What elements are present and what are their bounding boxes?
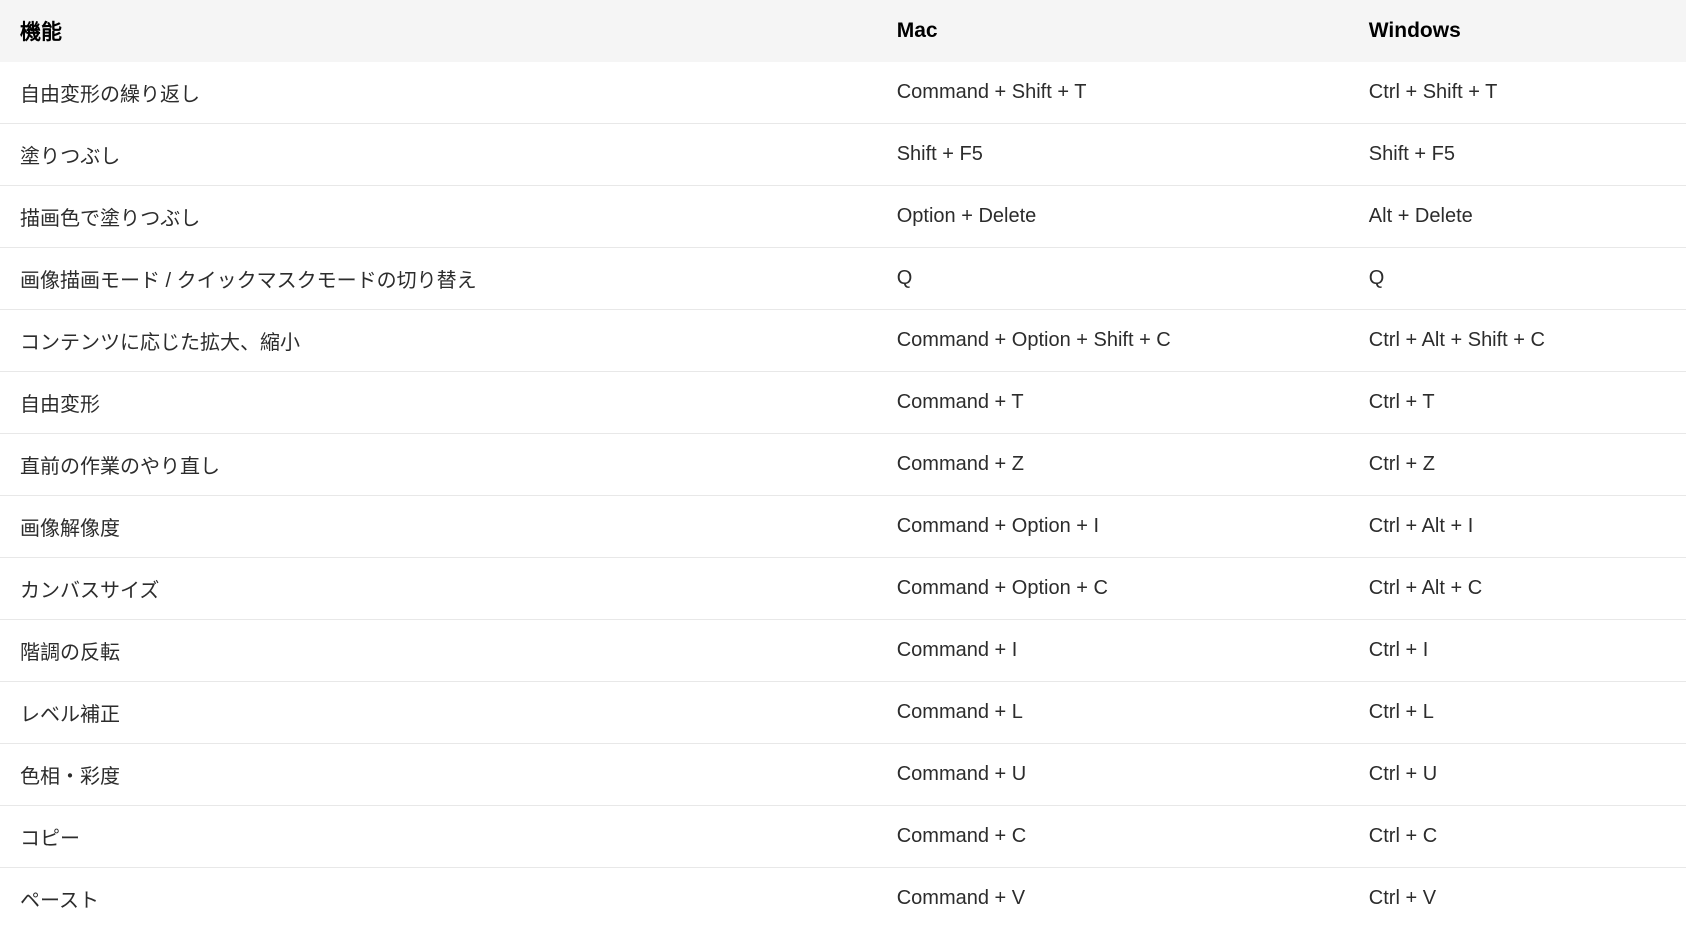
- table-row: 直前の作業のやり直しCommand + ZCtrl + Z: [0, 434, 1686, 496]
- cell-mac: Command + Z: [877, 434, 1349, 496]
- table-row: コピーCommand + CCtrl + C: [0, 806, 1686, 868]
- cell-mac: Option + Delete: [877, 186, 1349, 248]
- cell-feature: 塗りつぶし: [0, 124, 877, 186]
- table-row: 自由変形Command + TCtrl + T: [0, 372, 1686, 434]
- cell-mac: Command + Option + C: [877, 558, 1349, 620]
- table-body: 自由変形の繰り返しCommand + Shift + TCtrl + Shift…: [0, 62, 1686, 929]
- cell-feature: レベル補正: [0, 682, 877, 744]
- cell-mac: Command + T: [877, 372, 1349, 434]
- cell-windows: Ctrl + Shift + T: [1349, 62, 1686, 124]
- table-row: 自由変形の繰り返しCommand + Shift + TCtrl + Shift…: [0, 62, 1686, 124]
- cell-windows: Ctrl + C: [1349, 806, 1686, 868]
- cell-feature: 自由変形: [0, 372, 877, 434]
- cell-windows: Ctrl + V: [1349, 868, 1686, 929]
- table-row: 描画色で塗りつぶしOption + DeleteAlt + Delete: [0, 186, 1686, 248]
- table-row: カンバスサイズCommand + Option + CCtrl + Alt + …: [0, 558, 1686, 620]
- cell-windows: Ctrl + L: [1349, 682, 1686, 744]
- shortcuts-table: 機能 Mac Windows 自由変形の繰り返しCommand + Shift …: [0, 0, 1686, 929]
- cell-mac: Command + L: [877, 682, 1349, 744]
- table-row: 画像解像度Command + Option + ICtrl + Alt + I: [0, 496, 1686, 558]
- table-row: コンテンツに応じた拡大、縮小Command + Option + Shift +…: [0, 310, 1686, 372]
- cell-feature: 画像描画モード / クイックマスクモードの切り替え: [0, 248, 877, 310]
- cell-windows: Ctrl + Z: [1349, 434, 1686, 496]
- table-row: 色相・彩度Command + UCtrl + U: [0, 744, 1686, 806]
- cell-windows: Q: [1349, 248, 1686, 310]
- table-row: レベル補正Command + LCtrl + L: [0, 682, 1686, 744]
- cell-mac: Command + C: [877, 806, 1349, 868]
- cell-feature: 画像解像度: [0, 496, 877, 558]
- cell-windows: Ctrl + Alt + C: [1349, 558, 1686, 620]
- cell-windows: Ctrl + U: [1349, 744, 1686, 806]
- cell-mac: Command + U: [877, 744, 1349, 806]
- table-header-row: 機能 Mac Windows: [0, 0, 1686, 62]
- cell-mac: Q: [877, 248, 1349, 310]
- header-windows: Windows: [1349, 0, 1686, 62]
- cell-mac: Command + I: [877, 620, 1349, 682]
- cell-windows: Ctrl + T: [1349, 372, 1686, 434]
- cell-mac: Command + Shift + T: [877, 62, 1349, 124]
- cell-feature: 階調の反転: [0, 620, 877, 682]
- table-row: 塗りつぶしShift + F5Shift + F5: [0, 124, 1686, 186]
- cell-feature: ペースト: [0, 868, 877, 929]
- cell-feature: コンテンツに応じた拡大、縮小: [0, 310, 877, 372]
- cell-windows: Ctrl + Alt + Shift + C: [1349, 310, 1686, 372]
- cell-mac: Command + V: [877, 868, 1349, 929]
- cell-mac: Command + Option + Shift + C: [877, 310, 1349, 372]
- cell-mac: Shift + F5: [877, 124, 1349, 186]
- cell-feature: 色相・彩度: [0, 744, 877, 806]
- cell-mac: Command + Option + I: [877, 496, 1349, 558]
- cell-feature: コピー: [0, 806, 877, 868]
- cell-feature: 描画色で塗りつぶし: [0, 186, 877, 248]
- cell-windows: Ctrl + Alt + I: [1349, 496, 1686, 558]
- table-row: 画像描画モード / クイックマスクモードの切り替えQQ: [0, 248, 1686, 310]
- cell-feature: 自由変形の繰り返し: [0, 62, 877, 124]
- cell-feature: 直前の作業のやり直し: [0, 434, 877, 496]
- cell-feature: カンバスサイズ: [0, 558, 877, 620]
- cell-windows: Alt + Delete: [1349, 186, 1686, 248]
- cell-windows: Shift + F5: [1349, 124, 1686, 186]
- table-row: ペーストCommand + VCtrl + V: [0, 868, 1686, 929]
- header-feature: 機能: [0, 0, 877, 62]
- table-row: 階調の反転Command + ICtrl + I: [0, 620, 1686, 682]
- cell-windows: Ctrl + I: [1349, 620, 1686, 682]
- header-mac: Mac: [877, 0, 1349, 62]
